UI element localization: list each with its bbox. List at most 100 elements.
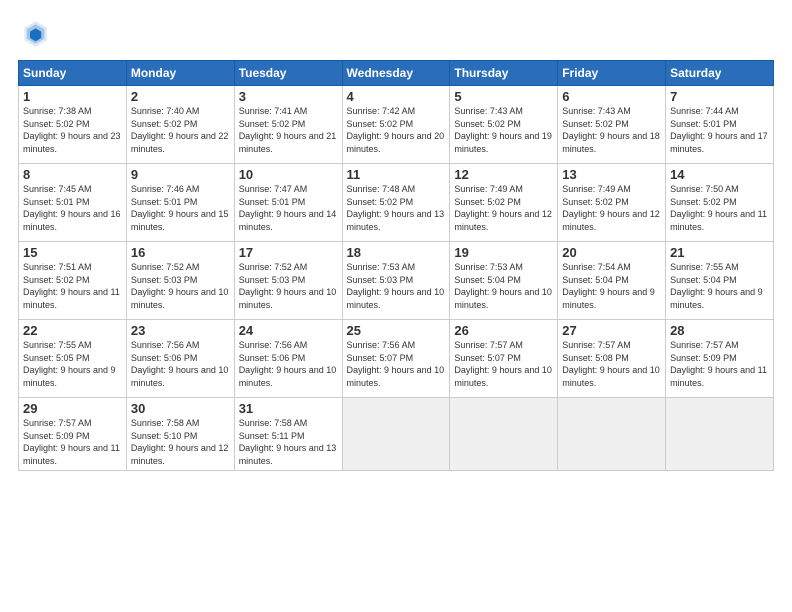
day-number: 4: [347, 89, 446, 104]
day-number: 13: [562, 167, 661, 182]
day-info: Sunrise: 7:57 AMSunset: 5:08 PMDaylight:…: [562, 339, 661, 389]
day-info: Sunrise: 7:40 AMSunset: 5:02 PMDaylight:…: [131, 105, 230, 155]
day-info: Sunrise: 7:56 AMSunset: 5:07 PMDaylight:…: [347, 339, 446, 389]
day-info: Sunrise: 7:43 AMSunset: 5:02 PMDaylight:…: [454, 105, 553, 155]
day-number: 17: [239, 245, 338, 260]
day-info: Sunrise: 7:50 AMSunset: 5:02 PMDaylight:…: [670, 183, 769, 233]
week-row-1: 1Sunrise: 7:38 AMSunset: 5:02 PMDaylight…: [19, 86, 774, 164]
weekday-monday: Monday: [126, 61, 234, 86]
calendar-cell: 18Sunrise: 7:53 AMSunset: 5:03 PMDayligh…: [342, 242, 450, 320]
weekday-thursday: Thursday: [450, 61, 558, 86]
day-info: Sunrise: 7:41 AMSunset: 5:02 PMDaylight:…: [239, 105, 338, 155]
calendar-cell: 23Sunrise: 7:56 AMSunset: 5:06 PMDayligh…: [126, 320, 234, 398]
weekday-sunday: Sunday: [19, 61, 127, 86]
calendar-cell: 6Sunrise: 7:43 AMSunset: 5:02 PMDaylight…: [558, 86, 666, 164]
weekday-friday: Friday: [558, 61, 666, 86]
day-number: 19: [454, 245, 553, 260]
calendar-cell: [558, 398, 666, 471]
day-number: 27: [562, 323, 661, 338]
calendar-cell: 5Sunrise: 7:43 AMSunset: 5:02 PMDaylight…: [450, 86, 558, 164]
day-info: Sunrise: 7:38 AMSunset: 5:02 PMDaylight:…: [23, 105, 122, 155]
day-number: 6: [562, 89, 661, 104]
day-number: 14: [670, 167, 769, 182]
day-number: 1: [23, 89, 122, 104]
day-info: Sunrise: 7:46 AMSunset: 5:01 PMDaylight:…: [131, 183, 230, 233]
weekday-header-row: SundayMondayTuesdayWednesdayThursdayFrid…: [19, 61, 774, 86]
day-info: Sunrise: 7:57 AMSunset: 5:09 PMDaylight:…: [670, 339, 769, 389]
calendar-cell: 7Sunrise: 7:44 AMSunset: 5:01 PMDaylight…: [666, 86, 774, 164]
day-info: Sunrise: 7:52 AMSunset: 5:03 PMDaylight:…: [131, 261, 230, 311]
calendar-cell: 25Sunrise: 7:56 AMSunset: 5:07 PMDayligh…: [342, 320, 450, 398]
calendar-cell: [342, 398, 450, 471]
calendar-cell: 16Sunrise: 7:52 AMSunset: 5:03 PMDayligh…: [126, 242, 234, 320]
day-info: Sunrise: 7:49 AMSunset: 5:02 PMDaylight:…: [454, 183, 553, 233]
day-info: Sunrise: 7:56 AMSunset: 5:06 PMDaylight:…: [131, 339, 230, 389]
day-number: 9: [131, 167, 230, 182]
calendar-cell: 14Sunrise: 7:50 AMSunset: 5:02 PMDayligh…: [666, 164, 774, 242]
day-number: 26: [454, 323, 553, 338]
logo: [18, 18, 54, 50]
week-row-3: 15Sunrise: 7:51 AMSunset: 5:02 PMDayligh…: [19, 242, 774, 320]
week-row-5: 29Sunrise: 7:57 AMSunset: 5:09 PMDayligh…: [19, 398, 774, 471]
calendar-cell: 1Sunrise: 7:38 AMSunset: 5:02 PMDaylight…: [19, 86, 127, 164]
calendar-cell: 24Sunrise: 7:56 AMSunset: 5:06 PMDayligh…: [234, 320, 342, 398]
weekday-wednesday: Wednesday: [342, 61, 450, 86]
calendar-cell: 31Sunrise: 7:58 AMSunset: 5:11 PMDayligh…: [234, 398, 342, 471]
calendar-cell: 29Sunrise: 7:57 AMSunset: 5:09 PMDayligh…: [19, 398, 127, 471]
calendar-cell: 30Sunrise: 7:58 AMSunset: 5:10 PMDayligh…: [126, 398, 234, 471]
day-number: 3: [239, 89, 338, 104]
day-info: Sunrise: 7:42 AMSunset: 5:02 PMDaylight:…: [347, 105, 446, 155]
day-info: Sunrise: 7:52 AMSunset: 5:03 PMDaylight:…: [239, 261, 338, 311]
day-info: Sunrise: 7:58 AMSunset: 5:11 PMDaylight:…: [239, 417, 338, 467]
day-number: 24: [239, 323, 338, 338]
calendar-cell: 10Sunrise: 7:47 AMSunset: 5:01 PMDayligh…: [234, 164, 342, 242]
day-number: 21: [670, 245, 769, 260]
calendar-cell: 3Sunrise: 7:41 AMSunset: 5:02 PMDaylight…: [234, 86, 342, 164]
calendar-cell: 20Sunrise: 7:54 AMSunset: 5:04 PMDayligh…: [558, 242, 666, 320]
calendar-table: SundayMondayTuesdayWednesdayThursdayFrid…: [18, 60, 774, 471]
day-info: Sunrise: 7:47 AMSunset: 5:01 PMDaylight:…: [239, 183, 338, 233]
day-number: 22: [23, 323, 122, 338]
week-row-4: 22Sunrise: 7:55 AMSunset: 5:05 PMDayligh…: [19, 320, 774, 398]
day-number: 18: [347, 245, 446, 260]
day-info: Sunrise: 7:43 AMSunset: 5:02 PMDaylight:…: [562, 105, 661, 155]
calendar-cell: 28Sunrise: 7:57 AMSunset: 5:09 PMDayligh…: [666, 320, 774, 398]
day-info: Sunrise: 7:44 AMSunset: 5:01 PMDaylight:…: [670, 105, 769, 155]
day-number: 25: [347, 323, 446, 338]
calendar-cell: 11Sunrise: 7:48 AMSunset: 5:02 PMDayligh…: [342, 164, 450, 242]
weekday-saturday: Saturday: [666, 61, 774, 86]
day-number: 10: [239, 167, 338, 182]
day-number: 31: [239, 401, 338, 416]
calendar-cell: 21Sunrise: 7:55 AMSunset: 5:04 PMDayligh…: [666, 242, 774, 320]
day-info: Sunrise: 7:49 AMSunset: 5:02 PMDaylight:…: [562, 183, 661, 233]
day-number: 11: [347, 167, 446, 182]
day-number: 29: [23, 401, 122, 416]
day-info: Sunrise: 7:56 AMSunset: 5:06 PMDaylight:…: [239, 339, 338, 389]
day-info: Sunrise: 7:53 AMSunset: 5:04 PMDaylight:…: [454, 261, 553, 311]
day-number: 28: [670, 323, 769, 338]
header: [18, 18, 774, 50]
calendar-cell: 13Sunrise: 7:49 AMSunset: 5:02 PMDayligh…: [558, 164, 666, 242]
calendar-cell: [666, 398, 774, 471]
calendar-cell: 15Sunrise: 7:51 AMSunset: 5:02 PMDayligh…: [19, 242, 127, 320]
day-number: 2: [131, 89, 230, 104]
calendar-cell: 17Sunrise: 7:52 AMSunset: 5:03 PMDayligh…: [234, 242, 342, 320]
calendar-cell: 19Sunrise: 7:53 AMSunset: 5:04 PMDayligh…: [450, 242, 558, 320]
day-number: 30: [131, 401, 230, 416]
calendar-cell: 27Sunrise: 7:57 AMSunset: 5:08 PMDayligh…: [558, 320, 666, 398]
day-info: Sunrise: 7:55 AMSunset: 5:04 PMDaylight:…: [670, 261, 769, 311]
calendar-cell: 2Sunrise: 7:40 AMSunset: 5:02 PMDaylight…: [126, 86, 234, 164]
calendar-cell: [450, 398, 558, 471]
calendar-cell: 4Sunrise: 7:42 AMSunset: 5:02 PMDaylight…: [342, 86, 450, 164]
calendar-cell: 26Sunrise: 7:57 AMSunset: 5:07 PMDayligh…: [450, 320, 558, 398]
day-number: 15: [23, 245, 122, 260]
day-info: Sunrise: 7:55 AMSunset: 5:05 PMDaylight:…: [23, 339, 122, 389]
day-info: Sunrise: 7:57 AMSunset: 5:07 PMDaylight:…: [454, 339, 553, 389]
week-row-2: 8Sunrise: 7:45 AMSunset: 5:01 PMDaylight…: [19, 164, 774, 242]
day-info: Sunrise: 7:54 AMSunset: 5:04 PMDaylight:…: [562, 261, 661, 311]
day-number: 7: [670, 89, 769, 104]
day-info: Sunrise: 7:48 AMSunset: 5:02 PMDaylight:…: [347, 183, 446, 233]
day-number: 8: [23, 167, 122, 182]
day-info: Sunrise: 7:51 AMSunset: 5:02 PMDaylight:…: [23, 261, 122, 311]
day-number: 20: [562, 245, 661, 260]
